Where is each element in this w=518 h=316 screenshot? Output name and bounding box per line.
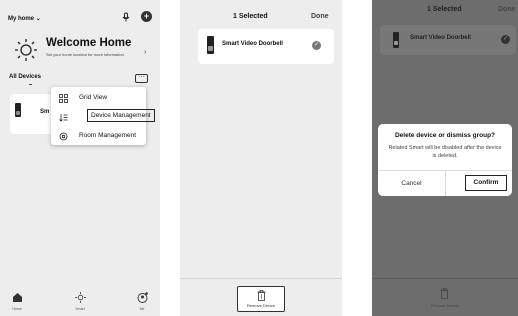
menu-item-grid-view[interactable]: Grid View (51, 89, 146, 107)
menu-item-room-management[interactable]: Room Management (51, 127, 146, 145)
delete-dialog: Delete device or dismiss group? Related … (378, 124, 512, 196)
dialog-message: Related Smart will be disabled after the… (388, 145, 502, 159)
sun-icon (15, 39, 37, 61)
profile-icon (137, 292, 148, 303)
menu-item-label: Device Management (87, 109, 155, 122)
menu-item-label: Grid View (79, 94, 108, 101)
nav-label: Smart (75, 307, 85, 311)
add-device-button[interactable]: + (141, 11, 152, 22)
remove-device-button[interactable]: Remove Device (237, 286, 285, 312)
remove-device-label: Remove Device (246, 303, 276, 308)
menu-item-device-management[interactable]: Device Management (51, 108, 155, 126)
trash-icon (440, 288, 449, 299)
top-bar: My home ⌄ + (8, 11, 152, 26)
home-icon (12, 293, 22, 302)
dialog-title: Delete device or dismiss group? (394, 132, 496, 139)
selection-title: 1 Selected (427, 6, 462, 13)
nav-smart[interactable]: Smart (65, 292, 95, 311)
sun-icon (74, 292, 86, 303)
doorbell-icon (393, 32, 399, 48)
checkmark-icon[interactable]: ✓ (312, 41, 321, 50)
device-name: Smart Video Doorbell (410, 35, 471, 41)
more-options-button[interactable]: ··· (135, 74, 148, 83)
grid-icon (59, 94, 68, 103)
dialog-divider (445, 170, 446, 196)
nav-home[interactable]: Home (2, 292, 32, 311)
selection-title: 1 Selected (233, 13, 268, 20)
select-screen: 1 Selected Done Smart Video Doorbell ✓ R… (180, 0, 342, 316)
section-title: All Devices (9, 74, 42, 80)
home-screen: My home ⌄ + Welcome Home Set your home l… (0, 0, 160, 316)
nav-label: Me (139, 307, 145, 311)
done-button[interactable]: Done (311, 13, 329, 20)
device-name: Sm (40, 109, 50, 115)
gear-icon (59, 132, 68, 141)
bottom-bar: Remove Device (372, 278, 518, 316)
done-button[interactable]: Done (498, 6, 516, 13)
chevron-right-icon[interactable]: › (144, 49, 146, 56)
nav-me[interactable]: Me (127, 292, 157, 311)
doorbell-icon (15, 103, 21, 117)
chevron-down-icon: ⌄ (35, 16, 41, 22)
menu-item-label: Room Management (79, 132, 137, 139)
bottom-bar: Remove Device (180, 278, 342, 316)
home-selector-label: My home (8, 16, 35, 22)
tab-indicator (29, 84, 32, 85)
sort-icon (59, 114, 68, 122)
remove-device-label: Remove Device (430, 303, 460, 308)
welcome-title: Welcome Home (46, 37, 132, 49)
bottom-nav: Home Smart Me (0, 286, 160, 316)
welcome-subtitle[interactable]: Set your home location for more informat… (46, 52, 126, 57)
nav-label: Home (12, 307, 22, 311)
confirm-screen: 1 Selected Done Smart Video Doorbell ✓ D… (372, 0, 518, 316)
options-menu: Grid View Device Management Room Managem… (51, 87, 155, 145)
microphone-icon[interactable] (121, 12, 131, 22)
trash-icon (257, 290, 266, 301)
checkmark-icon: ✓ (501, 35, 510, 44)
device-name: Smart Video Doorbell (222, 41, 283, 47)
doorbell-icon (207, 36, 214, 54)
cancel-button[interactable]: Cancel (378, 180, 445, 187)
home-selector[interactable]: My home ⌄ (8, 15, 41, 22)
confirm-button[interactable]: Confirm (465, 175, 507, 191)
